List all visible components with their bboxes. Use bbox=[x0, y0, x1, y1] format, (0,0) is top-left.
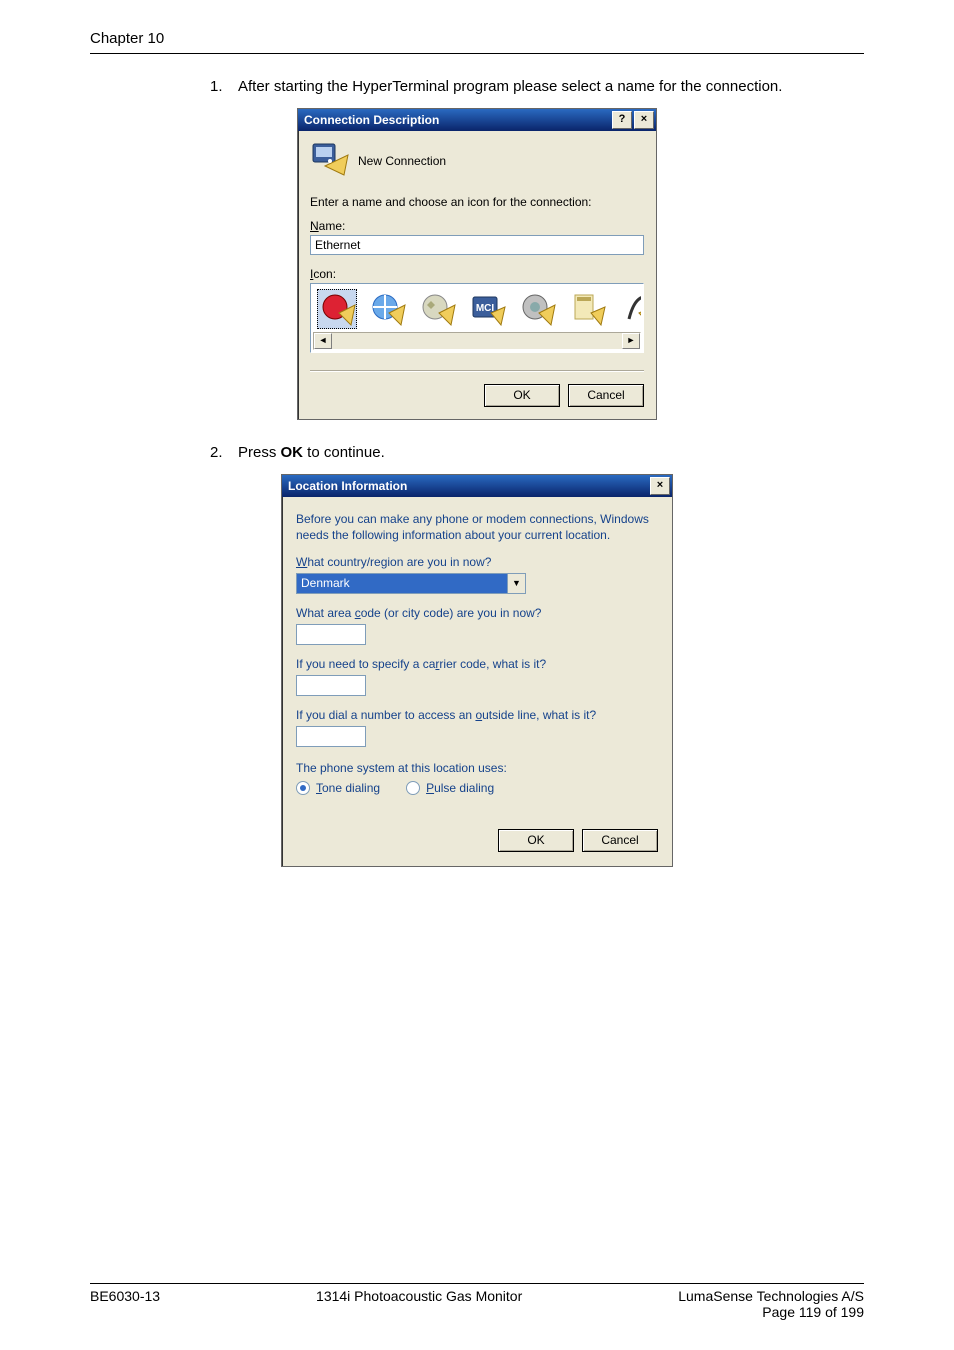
name-label: Name: bbox=[310, 219, 644, 233]
cancel-button[interactable]: Cancel bbox=[568, 384, 644, 407]
chevron-down-icon[interactable]: ▼ bbox=[507, 574, 525, 593]
step-2-number: 2. bbox=[210, 442, 238, 464]
icon-option-6[interactable] bbox=[567, 289, 607, 329]
titlebar[interactable]: Location Information × bbox=[282, 475, 672, 497]
new-connection-icon bbox=[310, 141, 350, 181]
footer-left: BE6030-13 bbox=[90, 1288, 160, 1320]
chapter-header: Chapter 10 bbox=[90, 30, 864, 47]
icon-option-3[interactable] bbox=[417, 289, 457, 329]
country-combo[interactable]: Denmark ▼ bbox=[296, 573, 526, 594]
figure-location-information: Location Information × Before you can ma… bbox=[90, 474, 864, 867]
radio-dot-icon bbox=[406, 781, 420, 795]
carrier-code-label: If you need to specify a carrier code, w… bbox=[296, 657, 658, 671]
dialog-title: Connection Description bbox=[304, 113, 439, 127]
icon-picker[interactable]: MCI bbox=[310, 283, 644, 353]
phone-system-label: The phone system at this location uses: bbox=[296, 761, 658, 775]
footer-right: LumaSense Technologies A/S Page 119 of 1… bbox=[678, 1288, 864, 1320]
area-code-input[interactable] bbox=[296, 624, 366, 645]
icon-label: Icon: bbox=[310, 267, 644, 281]
icon-scrollbar[interactable]: ◄ ► bbox=[313, 332, 641, 350]
outside-line-input[interactable] bbox=[296, 726, 366, 747]
name-input[interactable] bbox=[310, 235, 644, 255]
icon-option-4[interactable]: MCI bbox=[467, 289, 507, 329]
close-button[interactable]: × bbox=[634, 111, 654, 129]
radio-dot-icon bbox=[296, 781, 310, 795]
footer-center: 1314i Photoacoustic Gas Monitor bbox=[316, 1288, 522, 1320]
dialog-title: Location Information bbox=[288, 479, 407, 493]
pulse-dialing-radio[interactable]: Pulse dialing bbox=[406, 781, 494, 795]
scroll-right-button[interactable]: ► bbox=[622, 333, 640, 349]
icon-option-5[interactable] bbox=[517, 289, 557, 329]
country-label: What country/region are you in now? bbox=[296, 555, 658, 569]
location-information-dialog: Location Information × Before you can ma… bbox=[281, 474, 673, 867]
enter-name-label: Enter a name and choose an icon for the … bbox=[310, 195, 644, 209]
intro-text: Before you can make any phone or modem c… bbox=[296, 511, 658, 543]
outside-line-label: If you dial a number to access an outsid… bbox=[296, 708, 658, 722]
icon-option-7[interactable] bbox=[617, 289, 641, 329]
page-footer: BE6030-13 1314i Photoacoustic Gas Monito… bbox=[90, 1283, 864, 1320]
step-1-text: After starting the HyperTerminal program… bbox=[238, 76, 864, 98]
help-button[interactable]: ? bbox=[612, 111, 632, 129]
country-value: Denmark bbox=[297, 574, 507, 593]
area-code-label: What area code (or city code) are you in… bbox=[296, 606, 658, 620]
tone-dialing-radio[interactable]: Tone dialing bbox=[296, 781, 380, 795]
figure-connection-description: Connection Description ? × bbox=[90, 108, 864, 420]
scroll-left-button[interactable]: ◄ bbox=[314, 333, 332, 349]
header-rule bbox=[90, 53, 864, 54]
step-2-text: Press OK to continue. bbox=[238, 442, 864, 464]
icon-option-2[interactable] bbox=[367, 289, 407, 329]
step-2: 2. Press OK to continue. bbox=[210, 442, 864, 464]
new-connection-label: New Connection bbox=[358, 154, 446, 168]
titlebar[interactable]: Connection Description ? × bbox=[298, 109, 656, 131]
cancel-button[interactable]: Cancel bbox=[582, 829, 658, 852]
step-1-number: 1. bbox=[210, 76, 238, 98]
carrier-code-input[interactable] bbox=[296, 675, 366, 696]
step-1: 1. After starting the HyperTerminal prog… bbox=[210, 76, 864, 98]
connection-description-dialog: Connection Description ? × bbox=[297, 108, 657, 420]
ok-button[interactable]: OK bbox=[484, 384, 560, 407]
icon-option-1[interactable] bbox=[317, 289, 357, 329]
ok-button[interactable]: OK bbox=[498, 829, 574, 852]
close-button[interactable]: × bbox=[650, 477, 670, 495]
